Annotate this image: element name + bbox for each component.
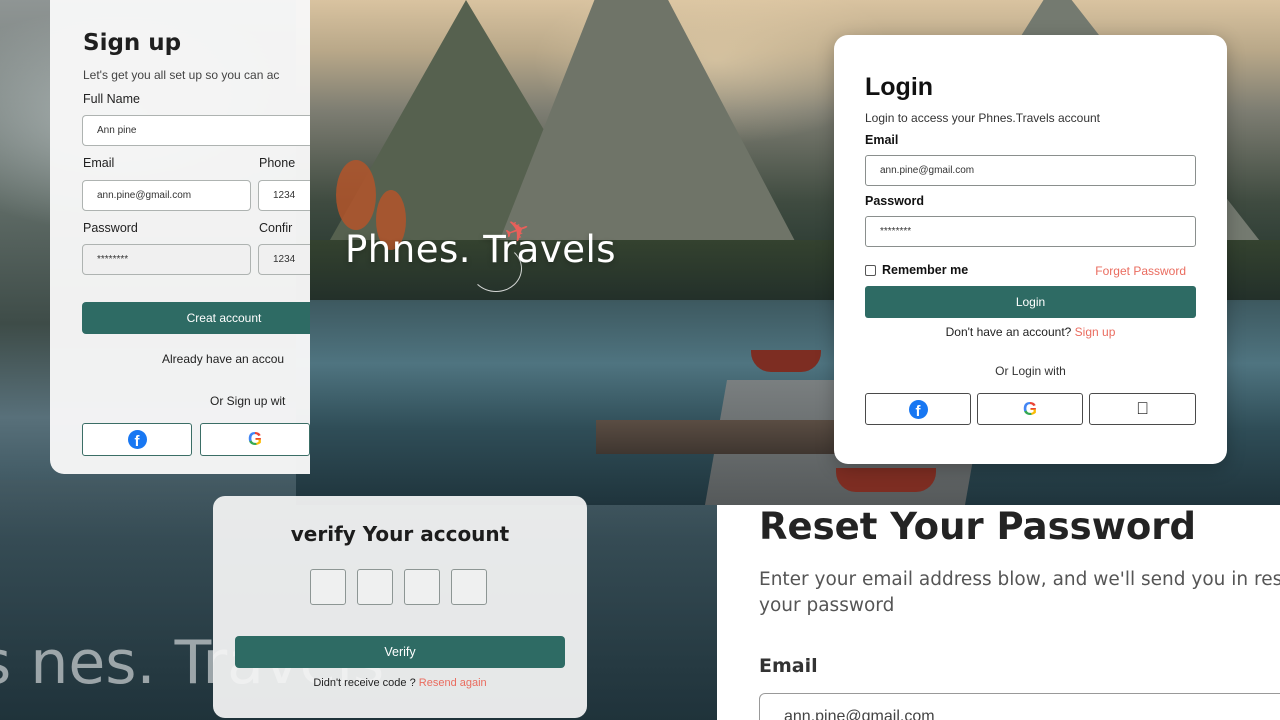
reset-password-panel: Reset Your Password Enter your email add… (717, 505, 1280, 720)
signup-google-button[interactable]: G (200, 423, 310, 456)
otp-digit-1[interactable] (310, 569, 346, 605)
no-account-row: Don't have an account? Sign up (834, 325, 1227, 339)
remember-me[interactable]: Remember me (865, 263, 968, 277)
verify-title: verify Your account (290, 522, 510, 546)
login-password-label: Password (865, 194, 925, 208)
phone-input[interactable]: 1234 (258, 180, 310, 211)
signup-card: Sign up Let's get you all set up so you … (50, 0, 310, 474)
create-account-label: Creat account (186, 311, 262, 325)
login-google-button[interactable]: G (977, 393, 1083, 425)
signup-subtitle: Let's get you all set up so you can ac (83, 68, 280, 82)
or-login-with-text: Or Login with (995, 364, 1066, 378)
full-name-input[interactable]: Ann pine (82, 115, 310, 146)
reset-title: Reset Your Password (759, 505, 1197, 548)
login-apple-button[interactable]:  (1089, 393, 1196, 425)
signup-password-label: Password (83, 221, 138, 235)
signup-password-input[interactable]: ******** (82, 244, 251, 275)
didnt-receive-text: Didn't receive code ? (313, 677, 416, 689)
signup-email-input[interactable]: ann.pine@gmail.com (82, 180, 251, 211)
login-email-label: Email (865, 133, 899, 147)
full-name-label: Full Name (83, 92, 140, 106)
resend-link[interactable]: Resend again (419, 677, 487, 689)
otp-digit-3[interactable] (404, 569, 440, 605)
forget-password-link[interactable]: Forget Password (1095, 264, 1186, 278)
reset-email-label: Email (759, 655, 818, 677)
remember-me-checkbox[interactable] (865, 264, 876, 276)
confirm-password-label: Confir (259, 221, 293, 235)
google-icon: G (1022, 398, 1037, 419)
signup-email-label: Email (83, 156, 115, 170)
signup-link[interactable]: Sign up (1075, 325, 1116, 339)
verify-card: verify Your account Verify Didn't receiv… (213, 496, 587, 718)
signup-facebook-button[interactable]: f (82, 423, 192, 456)
no-account-text: Don't have an account? (945, 325, 1072, 339)
facebook-icon: f (908, 399, 928, 419)
login-card: Login Login to access your Phnes.Travels… (834, 35, 1227, 464)
login-button[interactable]: Login (865, 286, 1196, 318)
reset-description: Enter your email address blow, and we'll… (759, 569, 1280, 616)
otp-digit-2[interactable] (357, 569, 393, 605)
confirm-password-input[interactable]: 1234 (258, 244, 310, 275)
apple-icon:  (1136, 399, 1149, 419)
login-title: Login (865, 73, 934, 101)
reset-email-input[interactable]: ann.pine@gmail.com (759, 693, 1280, 720)
login-subtitle: Login to access your Phnes.Travels accou… (865, 111, 1101, 125)
resend-row: Didn't receive code ? Resend again (213, 677, 587, 689)
brand-logo: Phnes. Travels (345, 228, 617, 271)
facebook-icon: f (127, 430, 147, 449)
google-icon: G (247, 429, 262, 449)
phone-label: Phone (259, 156, 296, 170)
remember-me-label: Remember me (882, 263, 969, 277)
login-email-input[interactable]: ann.pine@gmail.com (865, 155, 1196, 186)
verify-button[interactable]: Verify (235, 636, 565, 668)
or-signup-with-text: Or Sign up wit (210, 394, 286, 408)
create-account-button[interactable]: Creat account (82, 302, 310, 334)
login-facebook-button[interactable]: f (865, 393, 971, 425)
signup-title: Sign up (83, 30, 182, 56)
otp-digit-4[interactable] (451, 569, 487, 605)
login-password-input[interactable]: ******** (865, 216, 1196, 247)
already-have-account-text: Already have an accou (162, 352, 285, 366)
